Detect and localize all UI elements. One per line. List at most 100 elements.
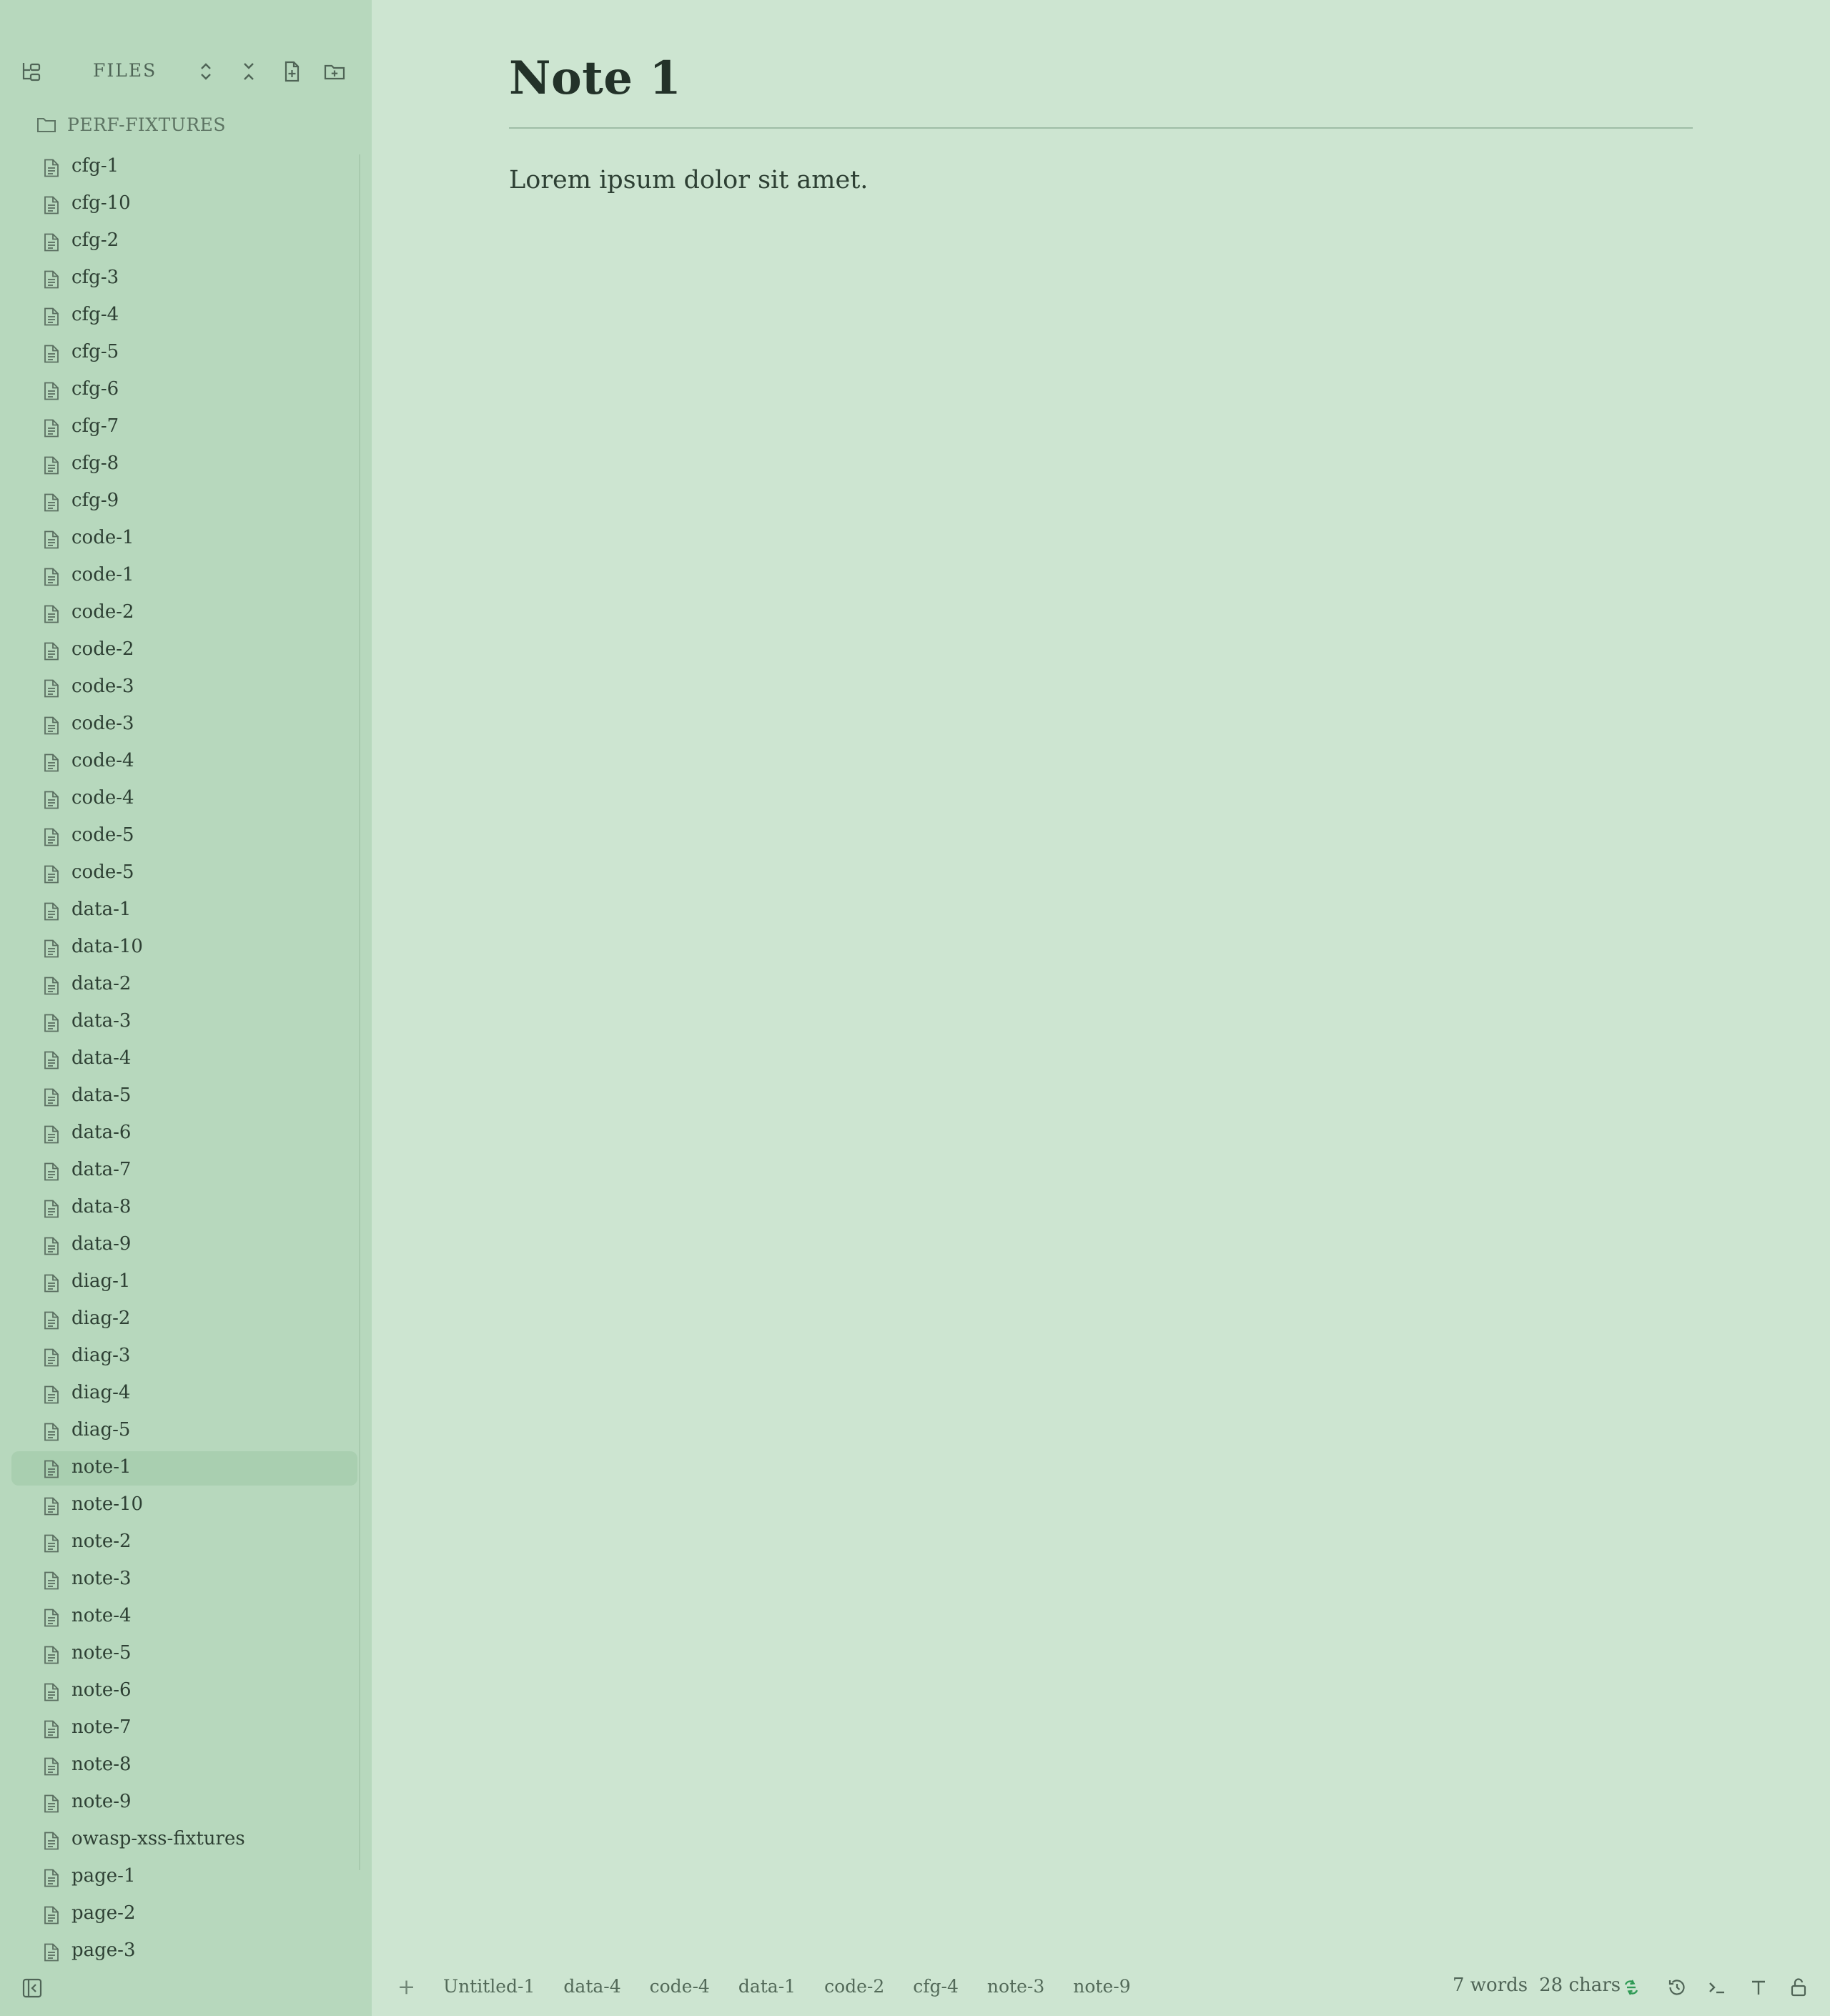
file-item[interactable]: data-10 — [11, 931, 357, 965]
file-icon — [43, 1720, 60, 1739]
text-format-icon[interactable] — [1749, 1977, 1769, 1997]
expand-all-icon[interactable] — [194, 60, 217, 83]
tab-item[interactable]: Untitled-1 — [443, 1976, 535, 1997]
file-name: cfg-10 — [71, 192, 131, 214]
sidebar-toggle-icon[interactable] — [21, 1977, 43, 1999]
file-icon — [43, 1385, 60, 1404]
file-item[interactable]: code-2 — [11, 596, 357, 631]
file-item[interactable]: diag-3 — [11, 1340, 357, 1374]
file-icon — [43, 530, 60, 549]
tab-item[interactable]: data-4 — [563, 1976, 620, 1997]
file-name: diag-2 — [71, 1308, 131, 1329]
file-item[interactable]: code-5 — [11, 856, 357, 891]
file-item[interactable]: note-3 — [11, 1563, 357, 1597]
file-item[interactable]: note-5 — [11, 1637, 357, 1671]
file-item[interactable]: cfg-3 — [11, 262, 357, 296]
sync-icon[interactable] — [1621, 1977, 1641, 1997]
file-item[interactable]: diag-5 — [11, 1414, 357, 1448]
file-item[interactable]: cfg-8 — [11, 448, 357, 482]
tab-item[interactable]: cfg-4 — [913, 1976, 959, 1997]
lock-icon[interactable] — [1789, 1977, 1809, 1997]
file-item[interactable]: diag-4 — [11, 1377, 357, 1411]
file-item[interactable]: cfg-4 — [11, 299, 357, 333]
file-name: page-1 — [71, 1865, 136, 1887]
add-tab-button[interactable]: + — [397, 1975, 415, 2000]
file-icon — [43, 307, 60, 326]
file-item[interactable]: cfg-5 — [11, 336, 357, 370]
file-item[interactable]: cfg-1 — [11, 150, 357, 184]
file-item[interactable]: page-1 — [11, 1860, 357, 1894]
file-item[interactable]: code-5 — [11, 819, 357, 854]
file-item[interactable]: data-4 — [11, 1042, 357, 1077]
file-item[interactable]: owasp-xss-fixtures — [11, 1823, 357, 1857]
file-item[interactable]: note-1 — [11, 1451, 357, 1486]
file-item[interactable]: data-7 — [11, 1154, 357, 1188]
file-item[interactable]: code-3 — [11, 671, 357, 705]
file-name: diag-1 — [71, 1270, 131, 1292]
file-item[interactable]: note-4 — [11, 1600, 357, 1634]
file-item[interactable]: code-2 — [11, 633, 357, 668]
sidebar: FILES PERF-FIXTURES cfg-1 cfg-10 cfg-2 c… — [0, 0, 372, 2016]
file-item[interactable]: note-10 — [11, 1488, 357, 1523]
file-item[interactable]: note-7 — [11, 1711, 357, 1746]
file-item[interactable]: code-3 — [11, 708, 357, 742]
tree-view-icon[interactable] — [20, 60, 43, 83]
file-item[interactable]: code-1 — [11, 559, 357, 593]
tab-item[interactable]: note-9 — [1073, 1976, 1130, 1997]
file-item[interactable]: cfg-10 — [11, 187, 357, 222]
new-folder-icon[interactable] — [323, 60, 346, 83]
file-item[interactable]: data-2 — [11, 968, 357, 1002]
file-name: note-7 — [71, 1716, 132, 1738]
file-item[interactable]: note-2 — [11, 1526, 357, 1560]
collapse-all-icon[interactable] — [237, 60, 260, 83]
file-item[interactable]: diag-2 — [11, 1303, 357, 1337]
file-icon — [43, 716, 60, 735]
file-item[interactable]: cfg-6 — [11, 373, 357, 407]
file-item[interactable]: note-8 — [11, 1749, 357, 1783]
file-name: cfg-6 — [71, 378, 119, 400]
file-name: note-9 — [71, 1791, 132, 1812]
file-name: code-5 — [71, 824, 134, 846]
document-title[interactable]: Note 1 — [509, 51, 681, 105]
file-icon — [43, 568, 60, 586]
file-item[interactable]: code-4 — [11, 782, 357, 816]
tab-item[interactable]: code-4 — [650, 1976, 710, 1997]
tab-item[interactable]: note-3 — [987, 1976, 1044, 1997]
file-name: code-4 — [71, 750, 134, 771]
file-item[interactable]: code-1 — [11, 522, 357, 556]
file-item[interactable]: code-4 — [11, 745, 357, 779]
tab-item[interactable]: code-2 — [824, 1976, 884, 1997]
file-icon — [43, 1757, 60, 1776]
terminal-icon[interactable] — [1707, 1977, 1727, 1997]
new-file-icon[interactable] — [280, 60, 303, 83]
file-icon — [43, 1237, 60, 1255]
file-name: code-5 — [71, 861, 134, 883]
file-icon — [43, 1088, 60, 1107]
file-item[interactable]: data-5 — [11, 1079, 357, 1114]
file-item[interactable]: data-8 — [11, 1191, 357, 1225]
file-item[interactable]: cfg-7 — [11, 410, 357, 445]
title-divider — [509, 127, 1693, 129]
file-item[interactable]: page-2 — [11, 1897, 357, 1932]
file-item[interactable]: data-3 — [11, 1005, 357, 1039]
file-icon — [43, 1348, 60, 1367]
file-icon — [43, 828, 60, 846]
document-body[interactable]: Lorem ipsum dolor sit amet. — [509, 166, 868, 194]
file-item[interactable]: page-3 — [11, 1935, 357, 1969]
file-item[interactable]: data-6 — [11, 1117, 357, 1151]
history-icon[interactable] — [1667, 1977, 1687, 1997]
file-item[interactable]: diag-1 — [11, 1265, 357, 1300]
tab-item[interactable]: data-1 — [738, 1976, 796, 1997]
file-icon — [43, 493, 60, 512]
file-icon — [43, 1497, 60, 1516]
file-item[interactable]: data-1 — [11, 894, 357, 928]
folder-perf-fixtures[interactable]: PERF-FIXTURES — [36, 112, 226, 137]
file-item[interactable]: cfg-2 — [11, 224, 357, 259]
file-item[interactable]: data-9 — [11, 1228, 357, 1263]
file-item[interactable]: cfg-9 — [11, 485, 357, 519]
char-count: 28 chars — [1539, 1975, 1621, 1996]
file-icon — [43, 791, 60, 809]
file-item[interactable]: note-9 — [11, 1786, 357, 1820]
file-item[interactable]: note-6 — [11, 1674, 357, 1709]
file-name: note-3 — [71, 1568, 132, 1589]
